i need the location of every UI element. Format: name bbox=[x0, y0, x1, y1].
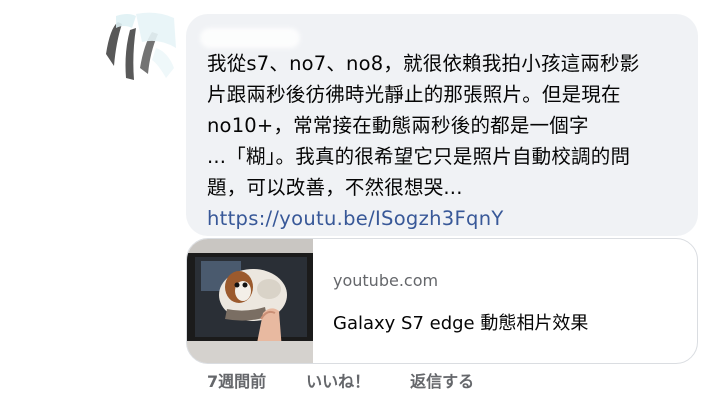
link-preview-card[interactable]: youtube.com Galaxy S7 edge 動態相片效果 bbox=[186, 238, 698, 364]
link-preview-body[interactable]: youtube.com Galaxy S7 edge 動態相片效果 bbox=[333, 239, 685, 363]
avatar[interactable] bbox=[96, 8, 180, 88]
video-thumbnail[interactable] bbox=[187, 239, 313, 363]
comment-link[interactable]: https://youtu.be/ISogzh3FqnY bbox=[207, 203, 676, 234]
thumbnail-image bbox=[187, 239, 313, 363]
comment-actions: 7週間前 いいね！ 返信する bbox=[207, 368, 474, 392]
link-domain: youtube.com bbox=[333, 271, 439, 290]
reply-button[interactable]: 返信する bbox=[410, 368, 474, 392]
author-name-redacted[interactable] bbox=[200, 28, 300, 48]
comment-timestamp[interactable]: 7週間前 bbox=[207, 368, 266, 392]
like-button[interactable]: いいね！ bbox=[306, 368, 370, 392]
comment-text: 我從s7、no7、no8，就很依賴我拍小孩這兩秒影 片跟兩秒後彷彿時光靜止的那張… bbox=[207, 52, 640, 199]
avatar-image bbox=[96, 8, 180, 88]
link-title[interactable]: Galaxy S7 edge 動態相片效果 bbox=[333, 309, 588, 335]
